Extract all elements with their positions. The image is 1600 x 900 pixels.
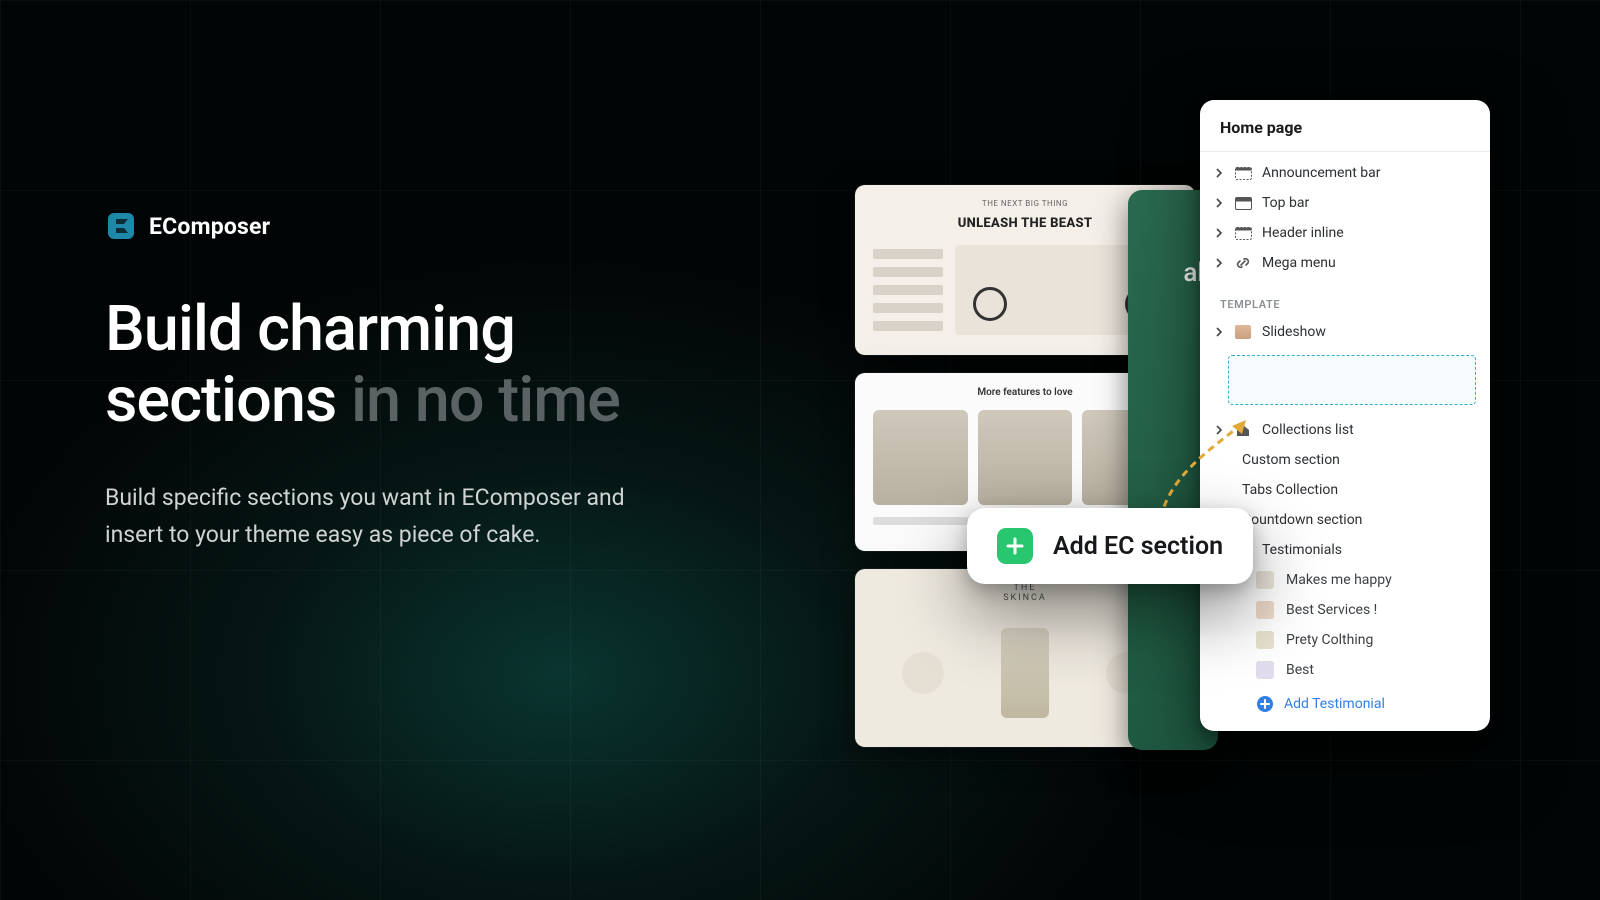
section-item-label: Announcement bar (1262, 165, 1381, 181)
add-testimonial-link[interactable]: Add Testimonial (1200, 685, 1490, 719)
section-item-label: Header inline (1262, 225, 1344, 241)
house-icon (1234, 423, 1252, 437)
section-item-custom-section[interactable]: Custom section (1200, 445, 1490, 475)
link-icon (1234, 256, 1252, 270)
headline-line1: Build charming (105, 293, 515, 366)
testimonial-item[interactable]: Best Services ! (1200, 595, 1490, 625)
chevron-right-icon (1214, 327, 1224, 337)
section-item-tabs-collection[interactable]: Tabs Collection (1200, 475, 1490, 505)
section-item-label: Countdown section (1242, 512, 1362, 528)
testimonial-label: Makes me happy (1286, 572, 1392, 588)
thumbnail-icon (1256, 661, 1274, 679)
thumbnail-icon (1256, 631, 1274, 649)
plus-circle-icon (1256, 695, 1274, 713)
section-item-collections-list[interactable]: Collections list (1200, 415, 1490, 445)
headline: Build charming sections in no time (105, 294, 805, 436)
brand: EComposer (105, 210, 805, 242)
layout-top-icon (1234, 196, 1252, 210)
section-item-announcement-bar[interactable]: Announcement bar (1200, 158, 1490, 188)
layout-top-icon (1234, 226, 1252, 240)
add-testimonial-label: Add Testimonial (1284, 696, 1385, 712)
section-item-label: Slideshow (1262, 324, 1326, 340)
section-item-label: Mega menu (1262, 255, 1336, 271)
plus-icon (997, 528, 1033, 564)
section-item-label: Custom section (1242, 452, 1340, 468)
add-ec-section-chip[interactable]: Add EC section (967, 508, 1253, 584)
brand-logo-icon (105, 210, 137, 242)
headline-line2-dim: in no time (336, 364, 620, 437)
description: Build specific sections you want in ECom… (105, 480, 625, 554)
chevron-right-icon (1214, 198, 1224, 208)
thumbnail-icon (1256, 571, 1274, 589)
brand-name: EComposer (149, 213, 270, 240)
thumbnail-icon (1256, 601, 1274, 619)
header-section-items: Announcement bar Top bar Header inline M… (1200, 152, 1490, 284)
thumb-kicker: THE NEXT BIG THING (982, 199, 1068, 208)
section-item-label: Collections list (1262, 422, 1354, 438)
section-item-slideshow[interactable]: Slideshow (1200, 317, 1490, 347)
chevron-right-icon (1214, 425, 1224, 435)
section-dropzone[interactable] (1228, 355, 1476, 405)
testimonial-label: Best Services ! (1286, 602, 1377, 618)
testimonial-item[interactable]: Best (1200, 655, 1490, 685)
layout-top-icon (1234, 166, 1252, 180)
template-section-header: TEMPLATE (1200, 284, 1490, 317)
testimonial-label: Best (1286, 662, 1314, 678)
image-icon (1234, 325, 1252, 339)
section-item-header-inline[interactable]: Header inline (1200, 218, 1490, 248)
testimonial-label: Prety Colthing (1286, 632, 1373, 648)
chevron-right-icon (1214, 228, 1224, 238)
thumb-title: UNLEASH THE BEAST (958, 216, 1093, 231)
section-item-top-bar[interactable]: Top bar (1200, 188, 1490, 218)
hero-section: EComposer Build charming sections in no … (105, 210, 805, 554)
testimonial-item[interactable]: Prety Colthing (1200, 625, 1490, 655)
chevron-right-icon (1214, 258, 1224, 268)
section-item-mega-menu[interactable]: Mega menu (1200, 248, 1490, 278)
panel-title: Home page (1200, 100, 1490, 152)
headline-line2-strong: sections (105, 364, 336, 437)
section-item-label: Tabs Collection (1242, 482, 1338, 498)
section-item-label: Top bar (1262, 195, 1309, 211)
section-item-label: Testimonials (1262, 542, 1342, 558)
add-ec-section-label: Add EC section (1053, 532, 1223, 561)
chevron-right-icon (1214, 168, 1224, 178)
sections-panel: Home page Announcement bar Top bar Heade… (1200, 100, 1490, 731)
